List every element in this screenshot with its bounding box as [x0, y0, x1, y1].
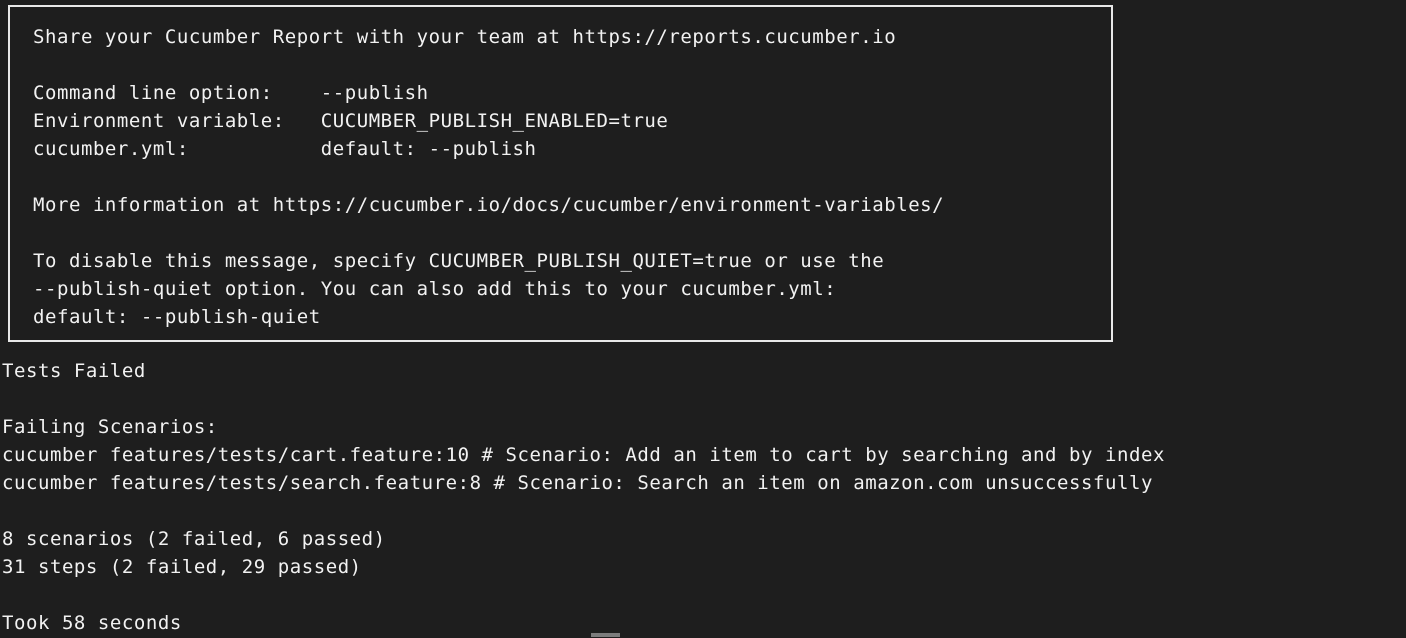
results-blank-line-1 [2, 385, 1402, 413]
banner-line-command-line-option: Command line option: --publish [33, 82, 429, 104]
banner-blank-line-2 [33, 163, 1111, 191]
results-blank-line-2 [2, 497, 1402, 525]
banner-line-share-report: Share your Cucumber Report with your tea… [33, 26, 897, 48]
scenario-summary: 8 scenarios (2 failed, 6 passed) [2, 528, 386, 550]
banner-line-default-publish-quiet: default: --publish-quiet [33, 306, 321, 328]
tests-failed-status: Tests Failed [2, 360, 146, 382]
banner-blank-line-1 [33, 51, 1111, 79]
terminal-output[interactable]: Share your Cucumber Report with your tea… [0, 0, 1406, 638]
failing-scenario-item: cucumber features/tests/search.feature:8… [2, 472, 1153, 494]
failing-scenario-item: cucumber features/tests/cart.feature:10 … [2, 444, 1165, 466]
results-blank-line-3 [2, 581, 1402, 609]
banner-line-environment-variable: Environment variable: CUCUMBER_PUBLISH_E… [33, 110, 669, 132]
banner-line-more-information: More information at https://cucumber.io/… [33, 194, 945, 216]
banner-blank-line-3 [33, 219, 1111, 247]
terminal-cursor [591, 633, 620, 637]
banner-line-disable-message-1: To disable this message, specify CUCUMBE… [33, 250, 885, 272]
duration-summary: Took 58 seconds [2, 612, 182, 634]
cucumber-publish-banner: Share your Cucumber Report with your tea… [8, 5, 1113, 342]
step-summary: 31 steps (2 failed, 29 passed) [2, 556, 362, 578]
banner-line-cucumber-yml: cucumber.yml: default: --publish [33, 138, 537, 160]
banner-content: Share your Cucumber Report with your tea… [10, 7, 1111, 331]
banner-line-disable-message-2: --publish-quiet option. You can also add… [33, 278, 837, 300]
test-results-output: Tests Failed Failing Scenarios: cucumber… [2, 357, 1402, 637]
failing-scenarios-header: Failing Scenarios: [2, 416, 218, 438]
